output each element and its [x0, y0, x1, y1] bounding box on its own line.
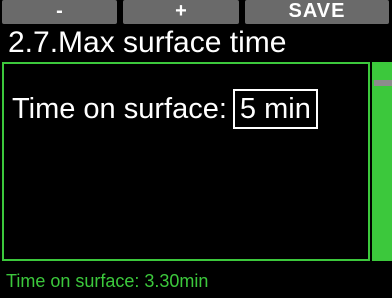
scrollbar[interactable]: [372, 62, 392, 261]
surface-time-label: Time on surface:: [12, 93, 227, 125]
increase-button[interactable]: +: [123, 0, 239, 24]
decrease-button[interactable]: -: [2, 0, 117, 24]
page-title: 2.7.Max surface time: [8, 26, 287, 59]
save-button[interactable]: SAVE: [245, 0, 389, 24]
scrollbar-thumb[interactable]: [374, 80, 392, 86]
settings-panel: Time on surface: 5 min: [2, 62, 370, 261]
surface-time-setting: Time on surface: 5 min: [12, 89, 318, 129]
softkey-bar: - + SAVE: [0, 0, 392, 24]
surface-time-value-field[interactable]: 5 min: [232, 89, 318, 129]
status-line: Time on surface: 3.30min: [6, 271, 209, 291]
